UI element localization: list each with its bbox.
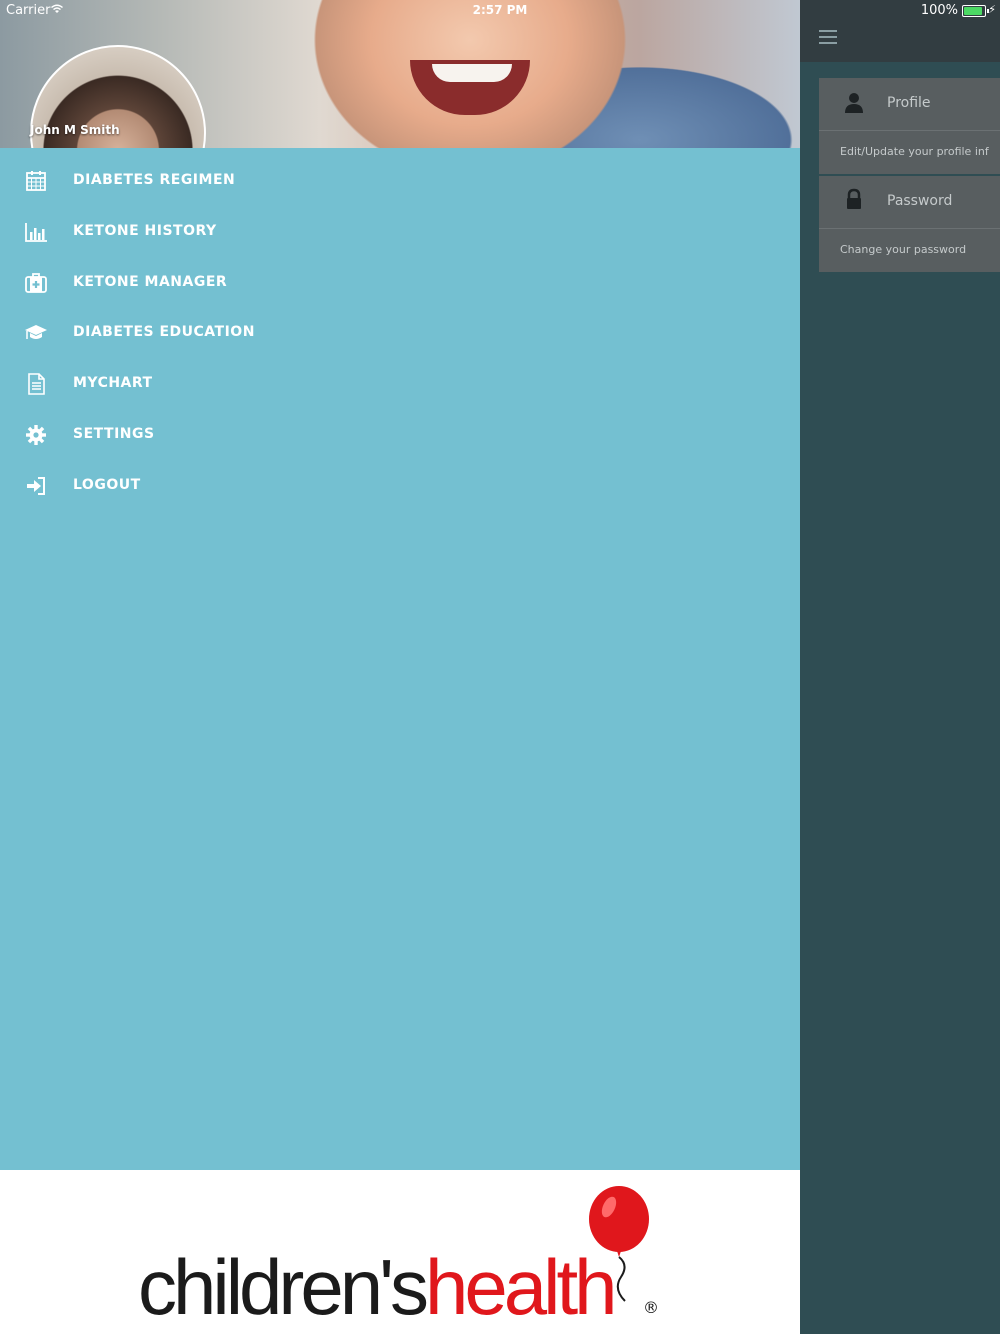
menu-item-ketone-manager[interactable]: KETONE MANAGER	[0, 257, 800, 308]
battery-percent: 100%	[920, 3, 958, 18]
sign-in-arrow-icon	[27, 476, 45, 495]
gear-icon	[26, 424, 46, 445]
menu-label: KETONE MANAGER	[73, 273, 228, 290]
menu-label: SETTINGS	[73, 425, 155, 442]
medical-kit-icon	[25, 272, 47, 293]
childrens-health-logo: children'shealth	[138, 1248, 618, 1326]
background-settings-panel: Profile Edit/Update your profile inf Pas…	[800, 0, 1000, 1334]
menu-label: LOGOUT	[73, 476, 141, 493]
status-time: 2:57 PM	[472, 3, 528, 17]
menu-label: DIABETES REGIMEN	[73, 172, 236, 188]
balloon-icon	[589, 1186, 649, 1302]
menu-item-settings[interactable]: SETTINGS	[0, 409, 800, 460]
drawer-menu: DIABETES REGIMEN KETONE HISTORY KETONE M…	[0, 155, 800, 511]
lock-icon	[847, 188, 861, 209]
logo-text-dark: children's	[138, 1243, 429, 1331]
menu-label: DIABETES EDUCATION	[73, 324, 255, 341]
navigation-drawer: John M Smith DIABETES REGIMEN KETONE HIS…	[0, 0, 800, 1334]
profile-card-title: Profile	[887, 95, 931, 111]
menu-item-diabetes-regimen[interactable]: DIABETES REGIMEN	[0, 155, 800, 206]
profile-card[interactable]: Profile Edit/Update your profile inf	[819, 78, 1000, 174]
profile-card-subtitle: Edit/Update your profile inf	[840, 145, 989, 158]
password-card-subtitle: Change your password	[840, 243, 967, 256]
bar-chart-icon	[25, 222, 47, 242]
graduation-cap-icon	[25, 325, 47, 340]
hamburger-menu-icon[interactable]	[819, 30, 837, 46]
password-card-title: Password	[887, 193, 953, 209]
menu-item-logout[interactable]: LOGOUT	[0, 460, 800, 511]
charging-bolt-icon: ⚡	[988, 3, 996, 16]
document-icon	[28, 373, 45, 395]
battery-icon	[962, 5, 989, 17]
menu-label: MYCHART	[73, 375, 153, 392]
menu-item-mychart[interactable]: MYCHART	[0, 358, 800, 409]
calendar-icon	[26, 171, 46, 191]
status-bar: Carrier 2:57 PM 100% ⚡	[0, 0, 1000, 22]
menu-label: KETONE HISTORY	[73, 222, 217, 239]
password-card[interactable]: Password Change your password	[819, 176, 1000, 272]
user-icon	[845, 93, 863, 113]
user-name: John M Smith	[30, 123, 120, 137]
menu-item-ketone-history[interactable]: KETONE HISTORY	[0, 206, 800, 257]
header-photo: John M Smith	[0, 0, 800, 148]
menu-item-diabetes-education[interactable]: DIABETES EDUCATION	[0, 307, 800, 358]
registered-mark: ®	[643, 1298, 659, 1317]
